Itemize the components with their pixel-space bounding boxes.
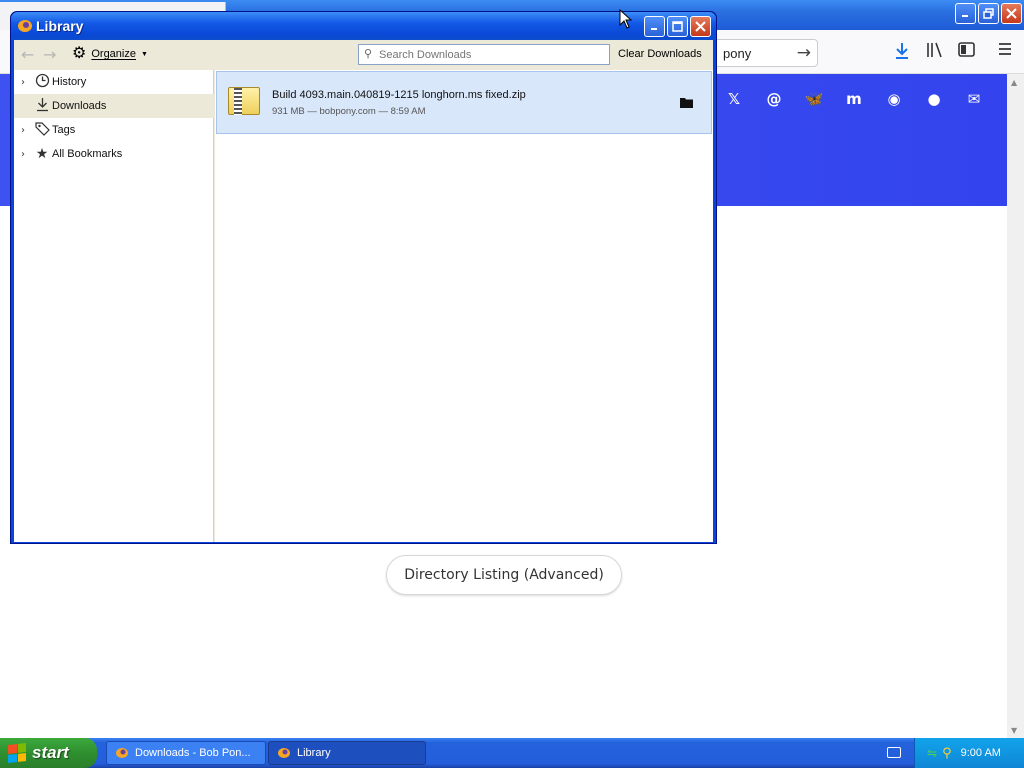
threads-icon[interactable]: @ [764, 90, 784, 110]
mouse-cursor-icon [619, 9, 633, 29]
go-arrow-icon[interactable]: → [797, 43, 811, 63]
address-text: pony [723, 46, 752, 61]
library-window: Library ← → ⚙ Organize ▼ ⚲ Search Downlo… [10, 11, 717, 544]
library-minimize-button[interactable] [644, 16, 665, 37]
maximize-icon [672, 21, 683, 32]
system-tray: ⇋ ⚲ 9:00 AM [914, 738, 1024, 768]
search-tray-icon[interactable]: ⚲ [942, 746, 952, 761]
x-icon[interactable]: 𝕏 [724, 90, 744, 110]
library-body: ← → ⚙ Organize ▼ ⚲ Clear Downloads › His… [14, 40, 713, 542]
taskbar-button-browser[interactable]: Downloads - Bob Pon... [106, 741, 266, 765]
taskbar-button-library[interactable]: Library [268, 741, 426, 765]
open-folder-icon[interactable] [680, 97, 694, 108]
sidebar-icon[interactable] [958, 42, 975, 57]
download-details: 931 MB — bobpony.com — 8:59 AM [272, 106, 426, 117]
start-button[interactable]: start [0, 738, 97, 768]
search-downloads-box[interactable]: ⚲ [358, 44, 610, 65]
download-filename: Build 4093.main.040819-1215 longhorn.ms … [272, 89, 526, 101]
back-arrow-icon[interactable]: ← [21, 45, 34, 64]
restore-icon [983, 8, 994, 19]
clock-icon [32, 73, 52, 92]
zip-file-icon [228, 87, 260, 115]
mail-icon[interactable]: ✉ [964, 90, 984, 110]
sidebar-item-label: History [52, 76, 87, 88]
taskbar: start Downloads - Bob Pon... Library ⇋ ⚲… [0, 738, 1024, 768]
expand-arrow-icon[interactable]: › [14, 125, 32, 136]
library-close-button[interactable] [690, 16, 711, 37]
scroll-up-icon[interactable]: ▲ [1011, 78, 1019, 87]
firefox-icon [278, 748, 290, 758]
address-bar[interactable]: pony → [712, 39, 818, 67]
sidebar-item-downloads[interactable]: Downloads [14, 94, 214, 118]
page-scrollbar[interactable]: ▲ ▼ [1007, 74, 1024, 738]
github-icon[interactable]: ● [924, 90, 944, 110]
library-maximize-button[interactable] [667, 16, 688, 37]
library-icon[interactable] [926, 42, 943, 58]
expand-arrow-icon[interactable]: › [14, 149, 32, 160]
sidebar-item-all-bookmarks[interactable]: › ★ All Bookmarks [14, 142, 214, 166]
chevron-down-icon: ▼ [140, 50, 148, 58]
discord-icon[interactable]: ◉ [884, 90, 904, 110]
minimize-icon [962, 15, 968, 17]
taskbar-button-label: Library [297, 747, 331, 759]
organize-menu-button[interactable]: ⚙ Organize ▼ [72, 45, 148, 62]
gear-icon: ⚙ [72, 45, 87, 62]
downloads-list: Build 4093.main.040819-1215 longhorn.ms … [215, 70, 713, 542]
clear-downloads-button[interactable]: Clear Downloads [618, 48, 702, 60]
library-title: Library [36, 18, 84, 34]
sidebar-item-label: Tags [52, 124, 76, 136]
sidebar-item-tags[interactable]: › Tags [14, 118, 214, 142]
close-icon [1006, 8, 1017, 19]
browser-close-button[interactable] [1001, 3, 1022, 24]
search-input[interactable] [379, 47, 605, 62]
mastodon-icon[interactable]: m [844, 90, 864, 110]
downloads-toolbar-icon[interactable] [894, 42, 910, 60]
bluesky-icon[interactable]: 🦋 [804, 90, 824, 110]
directory-listing-button[interactable]: Directory Listing (Advanced) [386, 555, 622, 595]
taskbar-button-label: Downloads - Bob Pon... [135, 747, 251, 759]
library-toolbar: ← → ⚙ Organize ▼ ⚲ Clear Downloads [14, 40, 713, 70]
browser-restore-button[interactable] [978, 3, 999, 24]
library-titlebar[interactable]: Library [11, 12, 716, 40]
clock: 9:00 AM [960, 747, 1001, 759]
menu-icon[interactable] [998, 42, 1012, 56]
library-sidebar: › History Downloads › Tags › ★ All Bookm… [14, 70, 214, 542]
sidebar-item-history[interactable]: › History [14, 70, 214, 94]
download-item[interactable]: Build 4093.main.040819-1215 longhorn.ms … [216, 71, 712, 134]
organize-label: Organize [91, 48, 136, 60]
expand-arrow-icon[interactable]: › [14, 77, 32, 88]
firefox-icon [116, 748, 128, 758]
forward-arrow-icon[interactable]: → [43, 45, 56, 64]
social-links: 𝕏 @ 🦋 m ◉ ● ✉ [724, 90, 984, 110]
keyboard-icon[interactable] [887, 747, 901, 758]
tag-icon [32, 121, 52, 140]
minimize-icon [651, 28, 657, 30]
firefox-icon [17, 19, 33, 33]
search-icon: ⚲ [364, 47, 373, 60]
star-icon: ★ [35, 146, 49, 162]
windows-logo-icon [8, 743, 26, 763]
download-icon [32, 97, 52, 116]
browser-minimize-button[interactable] [955, 3, 976, 24]
sidebar-item-label: All Bookmarks [52, 148, 123, 160]
scroll-down-icon[interactable]: ▼ [1011, 726, 1019, 735]
network-icon[interactable]: ⇋ [927, 746, 937, 760]
close-icon [695, 21, 706, 32]
start-label: start [32, 743, 69, 762]
sidebar-item-label: Downloads [52, 100, 107, 112]
